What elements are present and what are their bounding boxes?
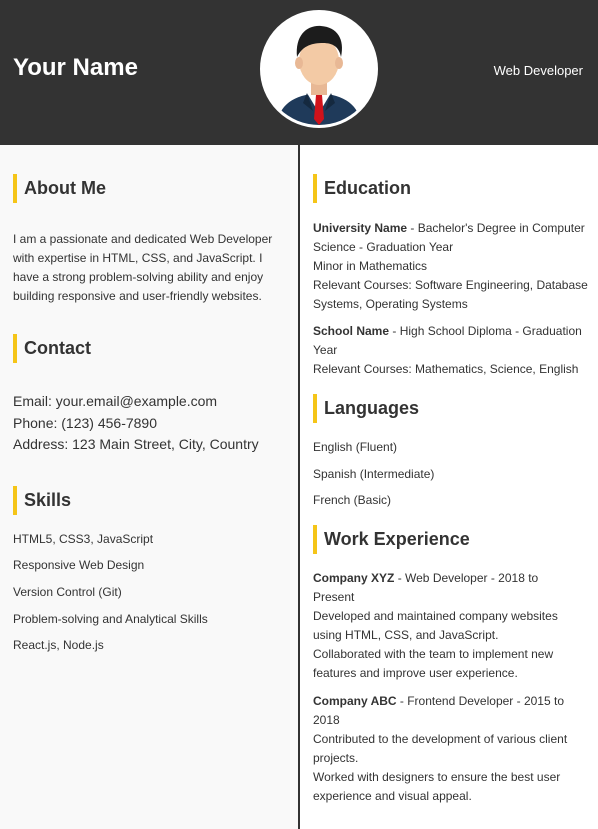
education-detail: Minor in Mathematics: [313, 259, 428, 273]
work-company: Company XYZ: [313, 571, 395, 585]
contact-address: Address: 123 Main Street, City, Country: [13, 436, 259, 452]
skills-title: Skills: [13, 486, 71, 515]
right-column: Education University Name - Bachelor's D…: [300, 145, 598, 829]
about-title: About Me: [13, 174, 106, 203]
language-item: Spanish (Intermediate): [313, 467, 435, 481]
education-institution: University Name: [313, 221, 408, 235]
language-item: French (Basic): [313, 493, 392, 507]
work-entry: Company ABC - Frontend Developer - 2015 …: [313, 692, 578, 806]
skill-item: HTML5, CSS3, JavaScript: [13, 532, 154, 546]
skill-item: React.js, Node.js: [13, 638, 104, 652]
skill-item: Problem-solving and Analytical Skills: [13, 612, 208, 626]
education-entry: School Name - High School Diploma - Grad…: [313, 322, 588, 379]
contact-phone: Phone: (123) 456-7890: [13, 414, 157, 431]
education-title: Education: [313, 174, 411, 203]
skill-item: Responsive Web Design: [13, 558, 145, 572]
education-entry: University Name - Bachelor's Degree in C…: [313, 219, 588, 314]
job-title: Web Developer: [493, 63, 583, 78]
profile-avatar-icon: [263, 13, 375, 125]
person-name: Your Name: [13, 54, 138, 81]
work-detail: Collaborated with the team to implement …: [313, 647, 554, 680]
work-entry: Company XYZ - Web Developer - 2018 to Pr…: [313, 569, 578, 683]
work-company: Company ABC: [313, 694, 397, 708]
about-text: I am a passionate and dedicated Web Deve…: [13, 232, 273, 303]
contact-email: Email: your.email@example.com: [13, 393, 218, 409]
language-item: English (Fluent): [313, 440, 398, 454]
work-detail: Worked with designers to ensure the best…: [313, 770, 561, 803]
education-institution: School Name: [313, 324, 390, 338]
avatar: [260, 10, 378, 128]
languages-title: Languages: [313, 394, 419, 423]
work-detail: Developed and maintained company website…: [313, 609, 558, 642]
contact-info: Email: your.email@example.com Phone: (12…: [13, 391, 288, 456]
header: Your Name Web Developer: [0, 0, 598, 145]
work-title: Work Experience: [313, 525, 470, 554]
education-detail: Relevant Courses: Mathematics, Science, …: [313, 362, 579, 376]
contact-title: Contact: [13, 334, 91, 363]
work-detail: Contributed to the development of variou…: [313, 732, 568, 765]
skill-item: Version Control (Git): [13, 585, 122, 599]
left-column: About Me I am a passionate and dedicated…: [0, 145, 298, 829]
education-detail: Relevant Courses: Software Engineering, …: [313, 278, 588, 311]
